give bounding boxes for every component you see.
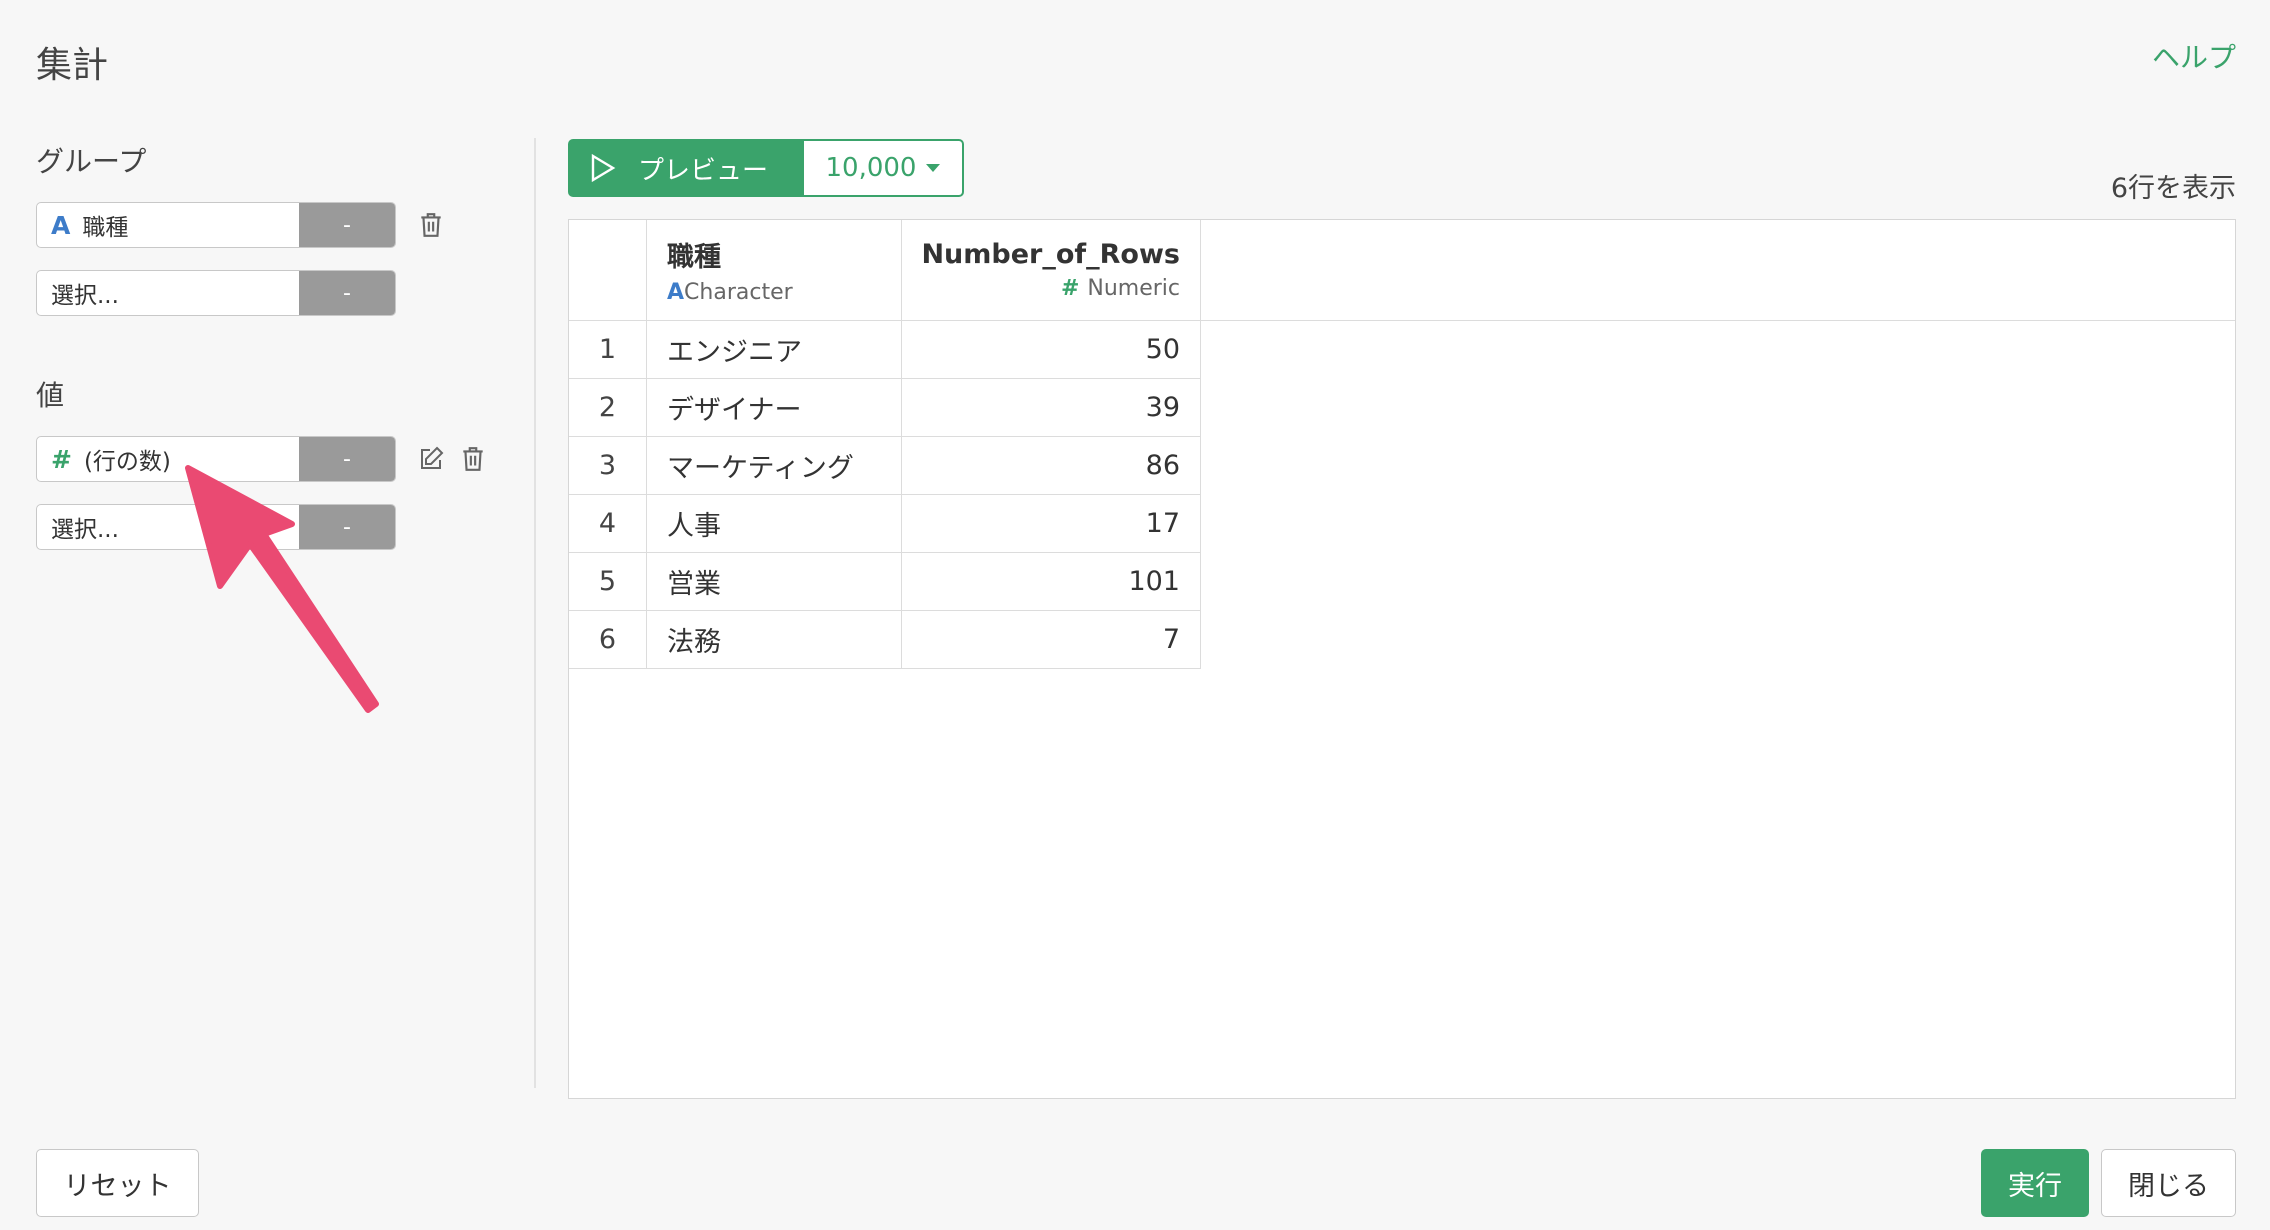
reset-button[interactable]: リセット	[36, 1149, 199, 1217]
cell-count: 101	[901, 552, 1201, 611]
run-button[interactable]: 実行	[1981, 1149, 2089, 1217]
cell-count: 50	[901, 320, 1201, 379]
group-select-dropdown[interactable]: -	[299, 271, 395, 315]
rows-limit-select[interactable]: 10,000	[804, 139, 964, 197]
preview-toolbar: プレビュー 10,000	[568, 139, 964, 197]
rows-limit-value: 10,000	[825, 153, 917, 183]
group-empty-row: 選択... -	[36, 270, 506, 316]
trash-icon[interactable]	[458, 444, 488, 474]
column-header-job[interactable]: 職種 ACharacter	[646, 220, 902, 321]
table-row: 2 デザイナー 39	[569, 378, 1201, 437]
annotation-arrow-icon	[185, 465, 379, 713]
row-index: 6	[569, 610, 647, 669]
character-type-icon: A	[667, 280, 685, 305]
preview-label: プレビュー	[638, 155, 769, 186]
cell-count: 17	[901, 494, 1201, 553]
cell-job: 法務	[646, 610, 902, 669]
cell-count: 39	[901, 378, 1201, 437]
cell-job: エンジニア	[646, 320, 902, 379]
table-row: 3 マーケティング 86	[569, 436, 1201, 495]
group-option-dropdown[interactable]: -	[299, 203, 395, 247]
column-name: Number_of_Rows	[921, 239, 1180, 270]
table-row: 4 人事 17	[569, 494, 1201, 553]
caret-down-icon	[926, 164, 941, 172]
row-index: 4	[569, 494, 647, 553]
help-link[interactable]: ヘルプ	[2152, 36, 2236, 76]
preview-table: 職種 ACharacter Number_of_Rows # Numeric 1 …	[568, 219, 2236, 1099]
column-type: Numeric	[1087, 276, 1180, 301]
trash-icon[interactable]	[416, 210, 446, 240]
numeric-type-icon: #	[1060, 276, 1080, 301]
table-row: 6 法務 7	[569, 610, 1201, 669]
cell-count: 86	[901, 436, 1201, 495]
cell-count: 7	[901, 610, 1201, 669]
table-row: 1 エンジニア 50	[569, 320, 1201, 379]
group-column-value: 職種	[82, 215, 129, 241]
group-select-picker[interactable]: 選択... -	[36, 270, 396, 316]
column-name: 職種	[667, 242, 721, 273]
dialog-title: 集計	[36, 45, 109, 86]
numeric-type-icon: #	[51, 444, 72, 474]
panel-divider	[534, 138, 536, 1088]
cell-job: デザイナー	[646, 378, 902, 437]
row-count-label: 6行を表示	[2110, 173, 2236, 204]
header-divider	[569, 320, 2235, 321]
column-header-number-of-rows[interactable]: Number_of_Rows # Numeric	[901, 220, 1201, 321]
index-header	[569, 220, 647, 321]
value-column-value: (行の数)	[83, 449, 171, 475]
group-select-placeholder: 選択...	[51, 283, 119, 309]
close-button[interactable]: 閉じる	[2101, 1149, 2236, 1217]
preview-button[interactable]: プレビュー	[568, 139, 804, 197]
play-icon	[591, 154, 616, 182]
table-row: 5 営業 101	[569, 552, 1201, 611]
cell-job: 営業	[646, 552, 902, 611]
cell-job: 人事	[646, 494, 902, 553]
values-section-label: 値	[36, 379, 65, 412]
character-type-icon: A	[51, 210, 71, 240]
row-index: 3	[569, 436, 647, 495]
column-type: Character	[684, 280, 793, 305]
group-column-picker[interactable]: A 職種 -	[36, 202, 396, 248]
row-index: 1	[569, 320, 647, 379]
group-section-label: グループ	[36, 145, 147, 178]
edit-icon[interactable]	[416, 444, 446, 474]
cell-job: マーケティング	[646, 436, 902, 495]
row-index: 5	[569, 552, 647, 611]
row-index: 2	[569, 378, 647, 437]
group-item-row: A 職種 -	[36, 202, 506, 248]
